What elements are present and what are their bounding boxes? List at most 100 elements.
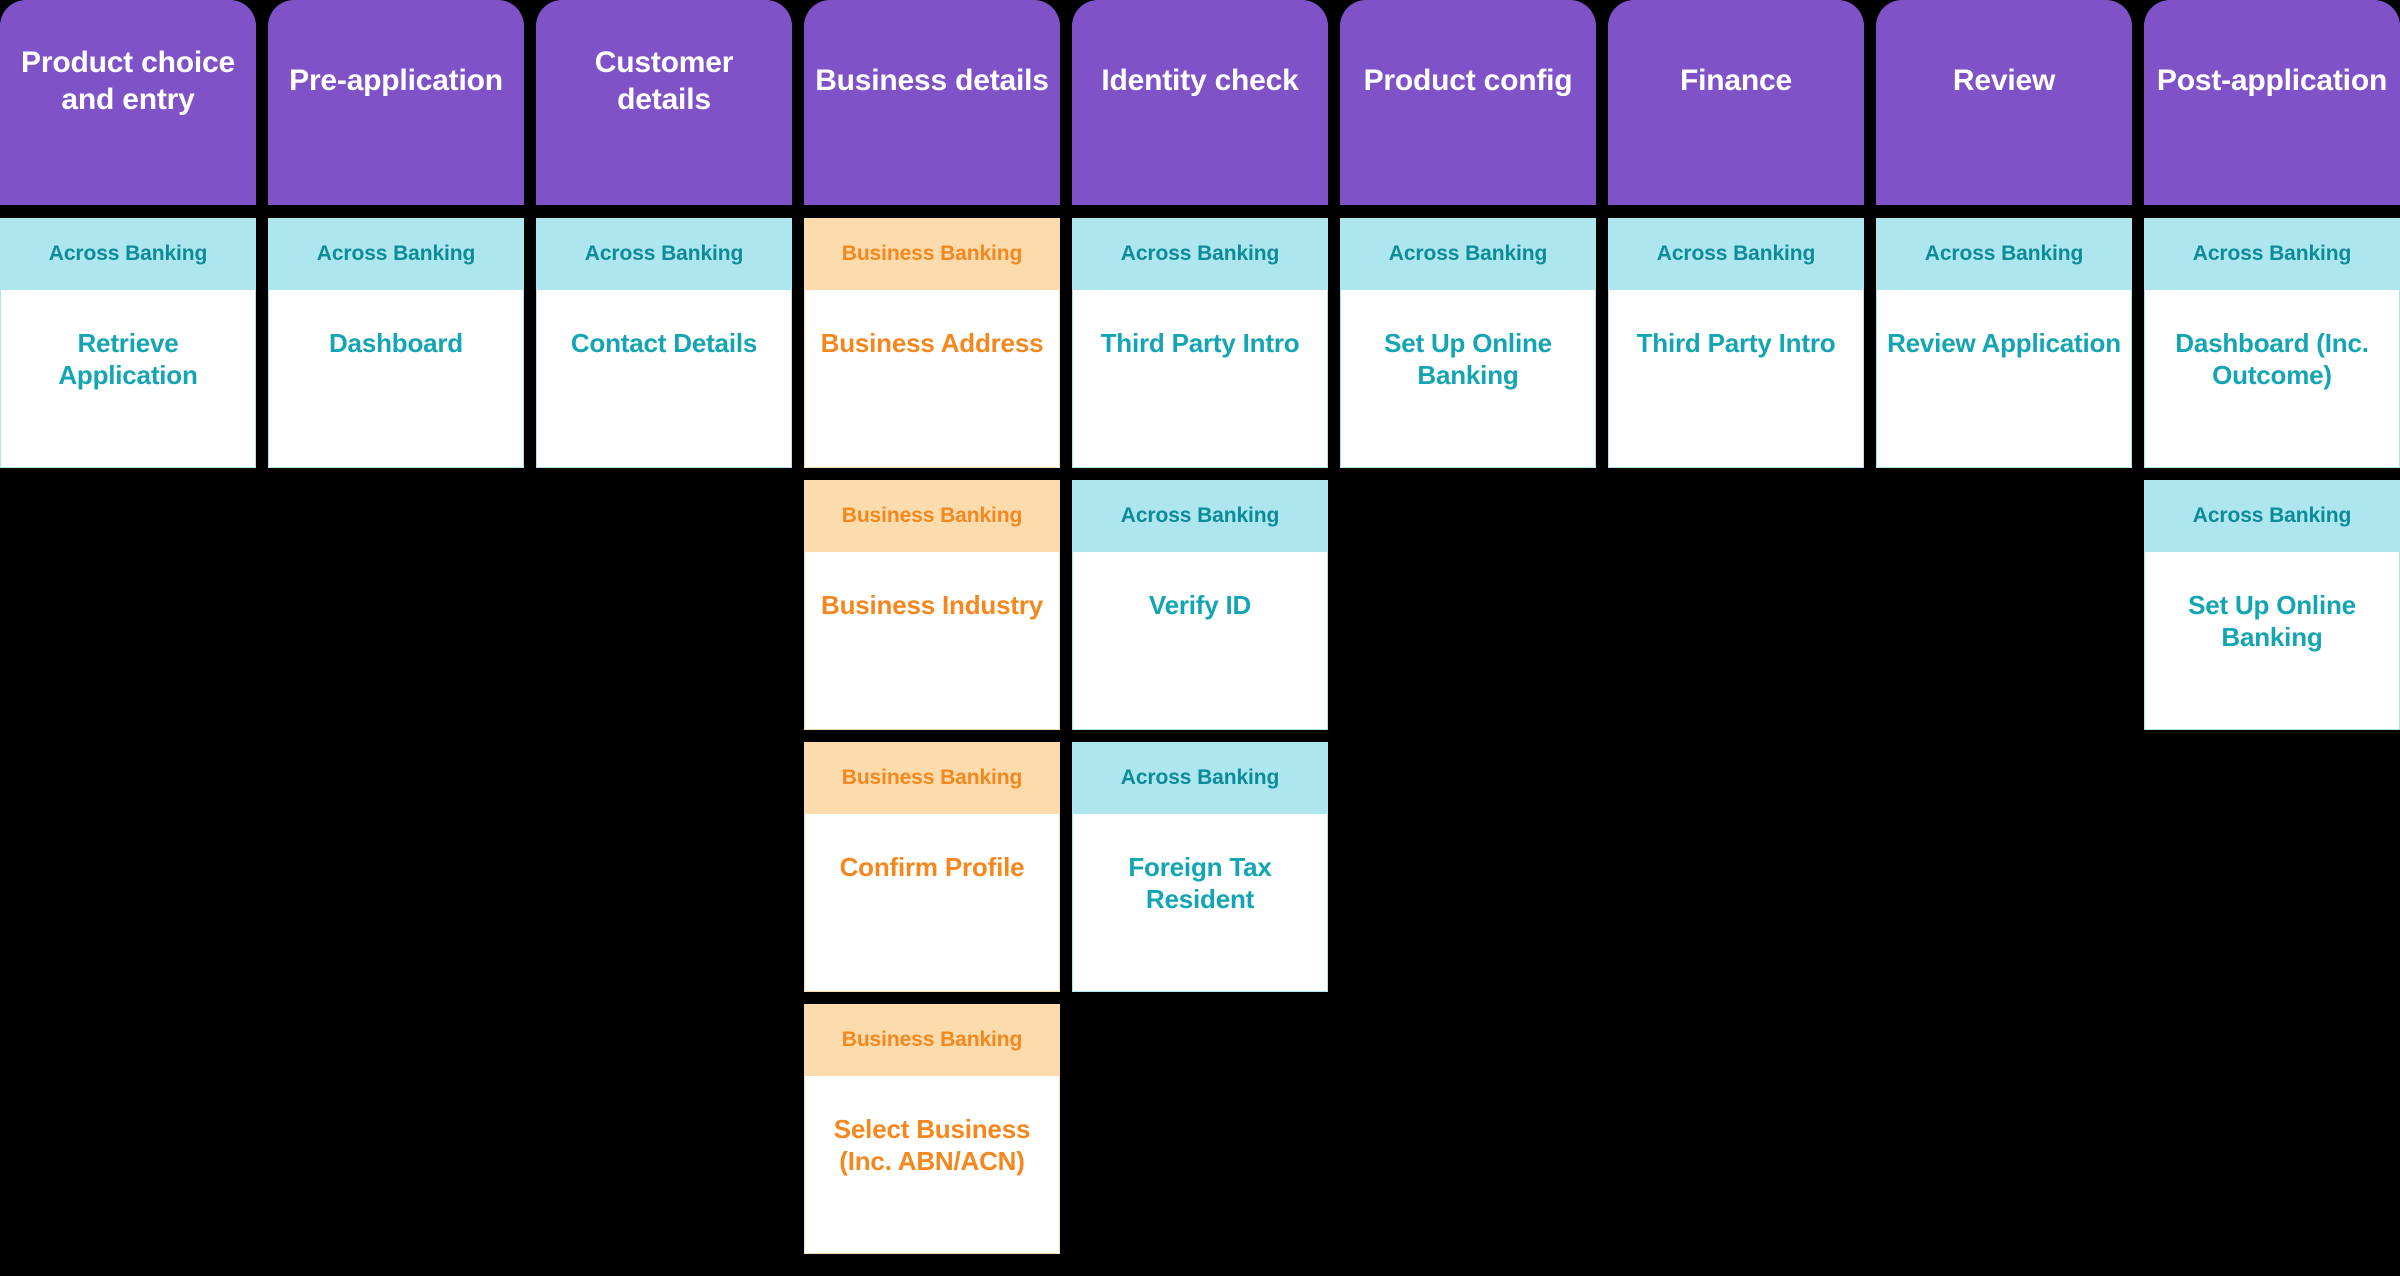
step-card-name: Foreign Tax Resident bbox=[1128, 852, 1272, 915]
step-card-body: Set Up Online Banking bbox=[1340, 290, 1596, 468]
step-card-track-label: Across Banking bbox=[1924, 242, 2084, 265]
journey-column: Business details Business Banking Business… bbox=[804, 0, 1060, 1266]
step-card[interactable]: Business Banking Select Business (Inc. AB… bbox=[804, 1004, 1060, 1254]
phase-header[interactable]: Customer details bbox=[536, 0, 792, 205]
step-card-track-band: Across Banking bbox=[2144, 480, 2400, 552]
step-card-body: Foreign Tax Resident bbox=[1072, 814, 1328, 992]
journey-map-board: Product choice and entry Across Banking Re… bbox=[0, 0, 2400, 1276]
step-card-track-label: Across Banking bbox=[584, 242, 744, 265]
step-card-track-band: Business Banking bbox=[804, 1004, 1060, 1076]
step-card[interactable]: Across Banking Dashboard (Inc. Outcome) bbox=[2144, 218, 2400, 468]
step-card-track-band: Business Banking bbox=[804, 218, 1060, 290]
step-card[interactable]: Across Banking Foreign Tax Resident bbox=[1072, 742, 1328, 992]
step-card-track-band: Across Banking bbox=[1608, 218, 1864, 290]
step-card[interactable]: Across Banking Set Up Online Banking bbox=[1340, 218, 1596, 468]
step-card-name: Contact Details bbox=[570, 328, 758, 358]
step-card-track-label: Across Banking bbox=[2192, 504, 2352, 527]
step-card-body: Confirm Profile bbox=[804, 814, 1060, 992]
step-card-track-band: Across Banking bbox=[1072, 218, 1328, 290]
step-card[interactable]: Business Banking Confirm Profile bbox=[804, 742, 1060, 992]
phase-header-label: Identity check bbox=[1101, 64, 1299, 98]
journey-column: Product choice and entry Across Banking Re… bbox=[0, 0, 256, 480]
step-card[interactable]: Across Banking Third Party Intro bbox=[1072, 218, 1328, 468]
phase-header-label: Review bbox=[1952, 64, 2056, 98]
step-card-name: Review Application bbox=[1887, 328, 2121, 358]
phase-header[interactable]: Identity check bbox=[1072, 0, 1328, 205]
step-card-name: Third Party Intro bbox=[1636, 328, 1836, 358]
step-card[interactable]: Across Banking Third Party Intro bbox=[1608, 218, 1864, 468]
step-card[interactable]: Across Banking Dashboard bbox=[268, 218, 524, 468]
step-card-track-label: Across Banking bbox=[48, 242, 208, 265]
step-card[interactable]: Across Banking Retrieve Application bbox=[0, 218, 256, 468]
journey-column: Pre-application Across Banking Dashboard bbox=[268, 0, 524, 480]
step-card-track-label: Across Banking bbox=[316, 242, 476, 265]
phase-header-label: Customer details bbox=[594, 45, 734, 116]
step-card-track-band: Across Banking bbox=[1876, 218, 2132, 290]
step-card-list: Across Banking Dashboard (Inc. Outcome) Ac… bbox=[2144, 218, 2400, 730]
step-card-name: Set Up Online Banking bbox=[2188, 590, 2356, 653]
step-card-body: Third Party Intro bbox=[1072, 290, 1328, 468]
step-card-name: Business Industry bbox=[821, 590, 1043, 620]
step-card-list: Across Banking Third Party Intro Across Ba… bbox=[1072, 218, 1328, 992]
step-card-track-label: Business Banking bbox=[841, 504, 1023, 527]
phase-header-label: Finance bbox=[1680, 64, 1792, 98]
step-card[interactable]: Business Banking Business Address bbox=[804, 218, 1060, 468]
step-card-list: Business Banking Business Address Business… bbox=[804, 218, 1060, 1254]
step-card[interactable]: Across Banking Contact Details bbox=[536, 218, 792, 468]
step-card-list: Across Banking Dashboard bbox=[268, 218, 524, 468]
step-card-name: Select Business (Inc. ABN/ACN) bbox=[833, 1114, 1031, 1177]
step-card-body: Business Address bbox=[804, 290, 1060, 468]
step-card-track-band: Across Banking bbox=[1340, 218, 1596, 290]
step-card-name: Verify ID bbox=[1148, 590, 1252, 620]
step-card[interactable]: Across Banking Set Up Online Banking bbox=[2144, 480, 2400, 730]
step-card-list: Across Banking Review Application bbox=[1876, 218, 2132, 468]
phase-header-label: Business details bbox=[815, 64, 1049, 98]
phase-header-label: Post-application bbox=[2156, 64, 2388, 98]
step-card[interactable]: Across Banking Verify ID bbox=[1072, 480, 1328, 730]
phase-header-label: Product config bbox=[1363, 64, 1573, 98]
step-card-track-label: Across Banking bbox=[1120, 504, 1280, 527]
step-card-track-label: Across Banking bbox=[1120, 242, 1280, 265]
step-card-name: Third Party Intro bbox=[1100, 328, 1300, 358]
step-card-body: Contact Details bbox=[536, 290, 792, 468]
step-card-track-band: Across Banking bbox=[536, 218, 792, 290]
journey-column: Post-application Across Banking Dashboard … bbox=[2144, 0, 2400, 742]
step-card-track-label: Business Banking bbox=[841, 766, 1023, 789]
step-card-track-band: Business Banking bbox=[804, 480, 1060, 552]
step-card-track-band: Across Banking bbox=[2144, 218, 2400, 290]
step-card-name: Business Address bbox=[820, 328, 1044, 358]
phase-header[interactable]: Business details bbox=[804, 0, 1060, 205]
phase-header[interactable]: Finance bbox=[1608, 0, 1864, 205]
step-card-body: Review Application bbox=[1876, 290, 2132, 468]
journey-column: Product config Across Banking Set Up Onlin… bbox=[1340, 0, 1596, 480]
step-card-track-label: Business Banking bbox=[841, 242, 1023, 265]
step-card-body: Dashboard bbox=[268, 290, 524, 468]
step-card-track-label: Business Banking bbox=[841, 1028, 1023, 1051]
step-card-name: Dashboard (Inc. Outcome) bbox=[2175, 328, 2369, 391]
phase-header[interactable]: Post-application bbox=[2144, 0, 2400, 205]
step-card[interactable]: Across Banking Review Application bbox=[1876, 218, 2132, 468]
phase-header[interactable]: Review bbox=[1876, 0, 2132, 205]
journey-column: Customer details Across Banking Contact De… bbox=[536, 0, 792, 480]
step-card-track-band: Business Banking bbox=[804, 742, 1060, 814]
step-card-list: Across Banking Set Up Online Banking bbox=[1340, 218, 1596, 468]
step-card-list: Across Banking Contact Details bbox=[536, 218, 792, 468]
step-card-list: Across Banking Third Party Intro bbox=[1608, 218, 1864, 468]
journey-column: Identity check Across Banking Third Party … bbox=[1072, 0, 1328, 1004]
phase-header[interactable]: Pre-application bbox=[268, 0, 524, 205]
step-card-track-band: Across Banking bbox=[1072, 742, 1328, 814]
step-card[interactable]: Business Banking Business Industry bbox=[804, 480, 1060, 730]
step-card-body: Business Industry bbox=[804, 552, 1060, 730]
step-card-track-label: Across Banking bbox=[2192, 242, 2352, 265]
step-card-body: Third Party Intro bbox=[1608, 290, 1864, 468]
phase-header[interactable]: Product choice and entry bbox=[0, 0, 256, 205]
step-card-name: Retrieve Application bbox=[58, 328, 198, 391]
step-card-track-label: Across Banking bbox=[1120, 766, 1280, 789]
step-card-body: Retrieve Application bbox=[0, 290, 256, 468]
phase-header-label: Pre-application bbox=[289, 64, 503, 98]
step-card-track-band: Across Banking bbox=[1072, 480, 1328, 552]
step-card-body: Dashboard (Inc. Outcome) bbox=[2144, 290, 2400, 468]
step-card-name: Dashboard bbox=[328, 328, 463, 358]
step-card-body: Verify ID bbox=[1072, 552, 1328, 730]
phase-header[interactable]: Product config bbox=[1340, 0, 1596, 205]
